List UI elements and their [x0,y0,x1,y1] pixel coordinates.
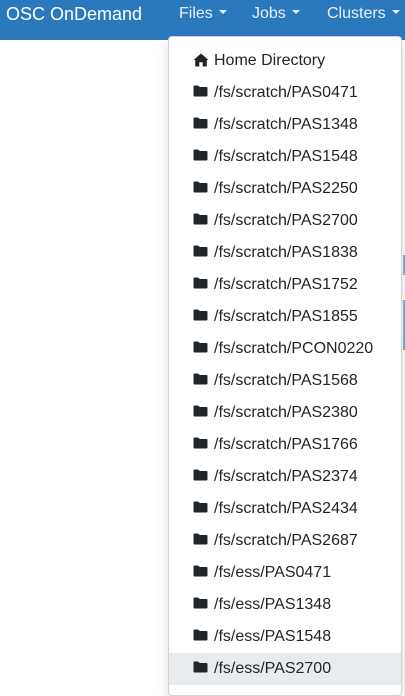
folder-icon [193,469,209,483]
folder-icon [193,565,209,579]
menu-item-label: /fs/scratch/PAS2250 [214,180,358,197]
menu-item-directory[interactable]: /fs/scratch/PAS1855 [169,301,401,333]
menu-item-label: /fs/scratch/PAS1855 [214,308,358,325]
menu-item-label: /fs/scratch/PAS1568 [214,372,358,389]
folder-icon [193,149,209,163]
menu-item-label: /fs/scratch/PAS1752 [214,276,358,293]
folder-icon [193,245,209,259]
menu-item-label: Home Directory [214,52,326,69]
folder-icon [193,501,209,515]
menu-item-directory[interactable]: /fs/scratch/PAS1548 [169,141,401,173]
nav-files-dropdown[interactable]: Files [179,3,227,25]
files-dropdown-menu: Home Directory/fs/scratch/PAS0471/fs/scr… [168,36,402,696]
files-menu-list: Home Directory/fs/scratch/PAS0471/fs/scr… [169,37,401,685]
top-navbar: OSC OnDemand Files Jobs Clusters [0,0,405,40]
folder-icon [193,277,209,291]
home-icon [193,53,209,67]
menu-item-directory[interactable]: /fs/scratch/PCON0220 [169,333,401,365]
menu-item-directory[interactable]: /fs/scratch/PAS2374 [169,461,401,493]
menu-item-label: /fs/scratch/PCON0220 [214,340,374,357]
menu-item-directory[interactable]: /fs/scratch/PAS2250 [169,173,401,205]
nav-clusters-label: Clusters [327,5,386,22]
folder-icon [193,85,209,99]
menu-item-directory[interactable]: /fs/scratch/PAS1752 [169,269,401,301]
menu-item-directory[interactable]: /fs/scratch/PAS1348 [169,109,401,141]
folder-icon [193,373,209,387]
nav-files-label: Files [179,5,213,22]
caret-down-icon [218,9,227,14]
menu-item-label: /fs/scratch/PAS1348 [214,116,358,133]
folder-icon [193,629,209,643]
caret-down-icon [291,9,300,14]
folder-icon [193,437,209,451]
menu-item-label: /fs/scratch/PAS1766 [214,436,358,453]
menu-item-label: /fs/scratch/PAS0471 [214,84,358,101]
nav-clusters-dropdown[interactable]: Clusters [327,3,400,25]
menu-item-directory[interactable]: /fs/scratch/PAS2434 [169,493,401,525]
folder-icon [193,309,209,323]
brand-logo-text[interactable]: OSC OnDemand [6,3,142,25]
nav-jobs-dropdown[interactable]: Jobs [252,3,300,25]
nav-jobs-label: Jobs [252,5,286,22]
menu-item-label: /fs/scratch/PAS2687 [214,532,358,549]
menu-item-label: /fs/ess/PAS1548 [214,628,332,645]
menu-item-label: /fs/scratch/PAS2380 [214,404,358,421]
menu-item-directory[interactable]: /fs/ess/PAS2700 [169,653,401,685]
menu-item-directory[interactable]: /fs/ess/PAS1348 [169,589,401,621]
menu-item-directory[interactable]: /fs/ess/PAS0471 [169,557,401,589]
menu-item-label: /fs/ess/PAS0471 [214,564,332,581]
menu-item-label: /fs/ess/PAS1348 [214,596,332,613]
menu-item-directory[interactable]: /fs/ess/PAS1548 [169,621,401,653]
menu-item-directory[interactable]: /fs/scratch/PAS2687 [169,525,401,557]
folder-icon [193,117,209,131]
menu-item-directory[interactable]: /fs/scratch/PAS1838 [169,237,401,269]
menu-item-label: /fs/scratch/PAS2700 [214,212,358,229]
folder-icon [193,661,209,675]
folder-icon [193,405,209,419]
menu-item-home-directory[interactable]: Home Directory [169,45,401,77]
menu-item-directory[interactable]: /fs/scratch/PAS1766 [169,429,401,461]
folder-icon [193,597,209,611]
menu-item-label: /fs/scratch/PAS2434 [214,500,358,517]
caret-down-icon [391,9,400,14]
menu-item-label: /fs/ess/PAS2700 [214,660,332,677]
menu-item-label: /fs/scratch/PAS1548 [214,148,358,165]
menu-item-directory[interactable]: /fs/scratch/PAS2700 [169,205,401,237]
menu-item-directory[interactable]: /fs/scratch/PAS0471 [169,77,401,109]
menu-item-label: /fs/scratch/PAS2374 [214,468,358,485]
menu-item-directory[interactable]: /fs/scratch/PAS2380 [169,397,401,429]
folder-icon [193,181,209,195]
folder-icon [193,213,209,227]
folder-icon [193,533,209,547]
folder-icon [193,341,209,355]
menu-item-label: /fs/scratch/PAS1838 [214,244,358,261]
menu-item-directory[interactable]: /fs/scratch/PAS1568 [169,365,401,397]
